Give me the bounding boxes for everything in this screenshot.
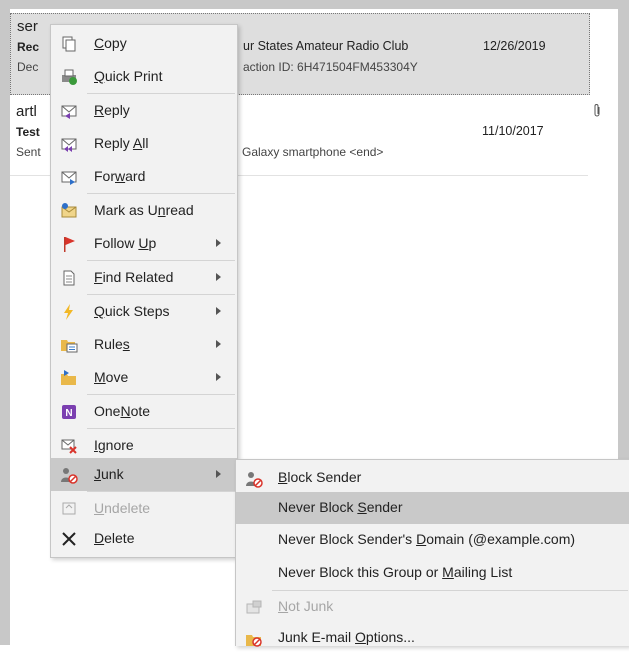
junk-icon [59,465,79,485]
submenu-item-block-sender[interactable]: Block Sender [236,462,629,494]
submenu-item-never-block-sender[interactable]: Never Block Sender [236,492,629,524]
menu-item-quick-print[interactable]: Quick Print [51,60,237,93]
move-icon [59,368,79,388]
menu-item-find-related[interactable]: Find Related [51,261,237,294]
submenu-arrow-icon [216,340,221,348]
quick-steps-icon [59,302,79,322]
undelete-icon [59,499,79,519]
block-sender-icon [244,469,264,489]
menu-item-reply-all[interactable]: Reply All [51,127,237,160]
menu-item-mark-unread[interactable]: Mark as Unread [51,194,237,227]
submenu-item-not-junk[interactable]: Not Junk [236,591,629,623]
menu-item-follow-up[interactable]: Follow Up [51,227,237,260]
mark-unread-icon [59,201,79,221]
message-preview: Sent [16,145,41,159]
window-top-border [0,0,629,9]
menu-item-delete[interactable]: Delete [51,522,237,555]
menu-item-copy[interactable]: Copy [51,27,237,60]
submenu-item-never-block-domain[interactable]: Never Block Sender's Domain (@example.co… [236,524,629,556]
quick-print-icon [59,67,79,87]
paperclip-icon [592,103,602,122]
menu-item-onenote[interactable]: N OneNote [51,395,237,428]
menu-item-reply[interactable]: Reply [51,94,237,127]
message-preview-tail: Galaxy smartphone <end> [242,145,384,159]
rules-icon [59,335,79,355]
onenote-icon: N [59,402,79,422]
svg-text:N: N [65,408,72,419]
submenu-arrow-icon [216,307,221,315]
message-sender: artl [16,103,37,120]
menu-item-move[interactable]: Move [51,361,237,394]
reply-all-icon [59,134,79,154]
message-date: 12/26/2019 [483,39,546,53]
submenu-arrow-icon [216,273,221,281]
submenu-arrow-icon [216,470,221,478]
menu-item-forward[interactable]: Forward [51,160,237,193]
forward-icon [59,167,79,187]
menu-item-undelete[interactable]: Undelete [51,492,237,525]
junk-submenu: Block Sender Never Block Sender Never Bl… [235,459,629,647]
ignore-icon [59,436,79,456]
submenu-arrow-icon [216,239,221,247]
message-preview-tail: action ID: 6H471504FM453304Y [243,60,418,74]
message-subject: Rec [17,40,40,54]
flag-icon [59,234,79,254]
window-left-border [0,0,10,645]
reply-icon [59,101,79,121]
message-subject: Test [16,125,40,139]
menu-item-junk[interactable]: Junk [51,458,237,491]
message-subject-tail: ur States Amateur Radio Club [243,39,409,53]
submenu-arrow-icon [216,373,221,381]
context-menu: Copy Quick Print Reply Reply All Forward… [50,24,238,558]
delete-icon [59,529,79,549]
menu-item-rules[interactable]: Rules [51,328,237,361]
message-preview: Dec [17,60,39,74]
submenu-item-never-block-group[interactable]: Never Block this Group or Mailing List [236,557,629,589]
find-related-icon [59,268,79,288]
menu-item-quick-steps[interactable]: Quick Steps [51,295,237,328]
submenu-item-junk-options[interactable]: Junk E-mail Options... [236,622,629,654]
message-sender: ser [17,18,38,35]
message-date: 11/10/2017 [482,124,544,138]
copy-icon [59,34,79,54]
junk-options-icon [244,629,264,649]
not-junk-icon [244,598,264,618]
